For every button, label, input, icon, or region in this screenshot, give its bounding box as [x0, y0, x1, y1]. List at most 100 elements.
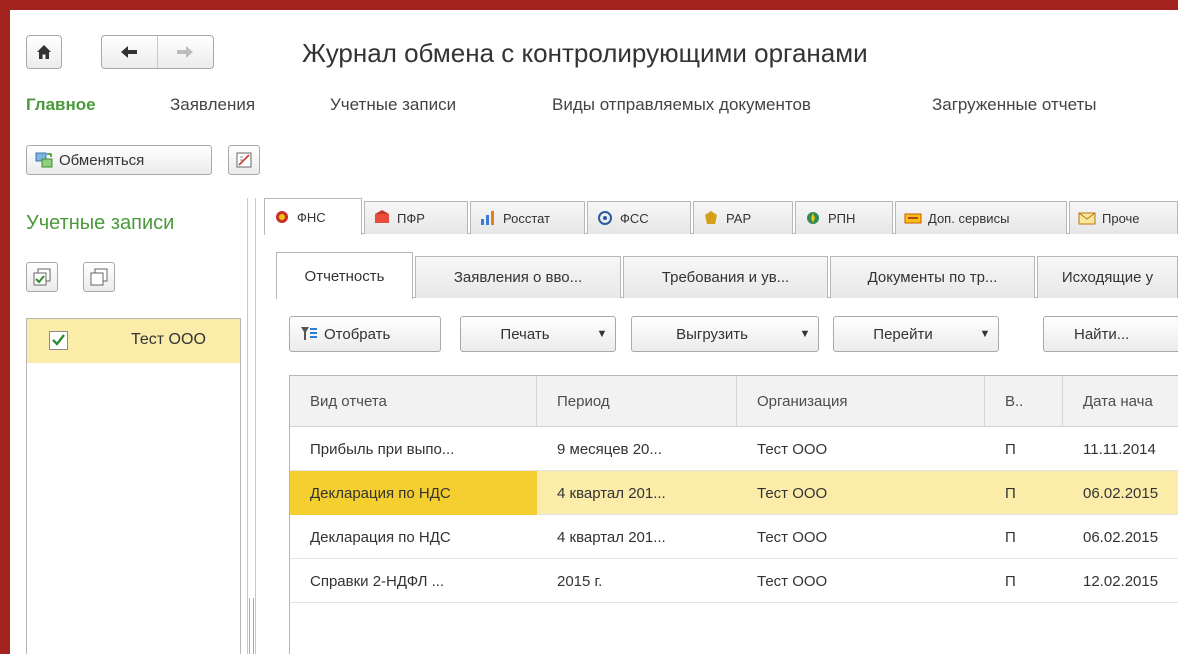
tab-requirements[interactable]: Требования и ув...: [623, 256, 828, 298]
section-accounts[interactable]: Учетные записи: [330, 95, 456, 115]
table-row[interactable]: Декларация по НДС 4 квартал 201... Тест …: [290, 515, 1178, 559]
column-header-period[interactable]: Период: [537, 376, 737, 426]
cell-period: 4 квартал 201...: [557, 484, 666, 502]
tab-pfr[interactable]: ПФР: [364, 201, 468, 234]
chevron-down-icon: ▼: [979, 328, 991, 340]
checkmark-icon: [52, 334, 65, 346]
tab-other[interactable]: Проче: [1069, 201, 1178, 234]
find-button-label: Найти...: [1074, 325, 1130, 343]
services-icon: [904, 213, 922, 224]
cell-type: П: [1005, 528, 1016, 546]
filter-icon: [301, 327, 317, 340]
table-row[interactable]: Справки 2-НДФЛ ... 2015 г. Тест ООО П 12…: [290, 559, 1178, 603]
account-name: Тест ООО: [131, 331, 206, 348]
page-title: Журнал обмена с контролирующими органами: [302, 38, 868, 68]
cell-start-date: 12.02.2015: [1083, 572, 1159, 590]
column-header-organization[interactable]: Организация: [737, 376, 985, 426]
reports-table: Вид отчета Период Организация В.. Дата н…: [289, 375, 1178, 654]
cell-organization: Тест ООО: [757, 484, 828, 502]
edit-settings-button[interactable]: [228, 145, 260, 175]
tab-rar[interactable]: РАР: [693, 201, 793, 234]
uncheck-all-button[interactable]: [83, 262, 115, 292]
tab-rosstat[interactable]: Росстат: [470, 201, 585, 234]
cell-report-type: Декларация по НДС: [310, 528, 451, 546]
tab-fns[interactable]: ФНС: [264, 198, 362, 235]
pfr-icon: [375, 210, 389, 223]
section-document-types[interactable]: Виды отправляемых документов: [552, 95, 811, 115]
tab-extra-services-label: Доп. сервисы: [928, 210, 1010, 226]
goto-button[interactable]: Перейти ▼: [833, 316, 999, 352]
print-button-label: Печать: [500, 325, 550, 343]
back-button[interactable]: [102, 36, 158, 68]
column-header-type[interactable]: В..: [985, 376, 1063, 426]
home-button[interactable]: [26, 35, 62, 69]
rosstat-chart-icon: [481, 211, 494, 225]
tab-other-label: Проче: [1102, 210, 1140, 226]
forward-button[interactable]: [158, 36, 214, 68]
table-header: Вид отчета Период Организация В.. Дата н…: [290, 376, 1178, 427]
chevron-down-icon: ▼: [799, 328, 811, 340]
export-button[interactable]: Выгрузить ▼: [631, 316, 819, 352]
arrow-left-icon: [121, 46, 138, 58]
tab-registration-applications[interactable]: Заявления о вво...: [415, 256, 621, 298]
sidebar-title: Учетные записи: [26, 212, 175, 234]
list-item[interactable]: Тест ООО: [27, 319, 240, 363]
fss-icon: [598, 211, 612, 225]
section-nav: Главное Заявления Учетные записи Виды от…: [26, 95, 1178, 119]
window-frame-top: [0, 0, 1178, 10]
accounts-list: Тест ООО: [26, 318, 241, 654]
cell-organization: Тест ООО: [757, 440, 828, 458]
tab-rpn-label: РПН: [828, 210, 856, 226]
exchange-button[interactable]: Обменяться: [26, 145, 212, 175]
cell-organization: Тест ООО: [757, 572, 828, 590]
column-header-report-type[interactable]: Вид отчета: [290, 376, 537, 426]
cell-start-date: 06.02.2015: [1083, 528, 1159, 546]
cell-report-type: Справки 2-НДФЛ ...: [310, 572, 445, 590]
export-button-label: Выгрузить: [676, 325, 748, 343]
fns-emblem-icon: [276, 211, 288, 223]
arrow-right-icon: [177, 46, 194, 58]
report-tabs: Отчетность Заявления о вво... Требования…: [276, 252, 1178, 299]
tab-fss-label: ФСС: [620, 210, 649, 226]
tab-fss[interactable]: ФСС: [587, 201, 691, 234]
tab-pfr-label: ПФР: [397, 210, 425, 226]
panel-splitter[interactable]: [247, 198, 257, 654]
section-applications[interactable]: Заявления: [170, 95, 255, 115]
section-main[interactable]: Главное: [26, 95, 96, 115]
home-icon: [37, 45, 51, 59]
tab-rar-label: РАР: [726, 210, 752, 226]
tab-documents[interactable]: Документы по тр...: [830, 256, 1035, 298]
cell-period: 9 месяцев 20...: [557, 440, 662, 458]
cell-type: П: [1005, 572, 1016, 590]
section-loaded-reports[interactable]: Загруженные отчеты: [932, 95, 1097, 115]
print-button[interactable]: Печать ▼: [460, 316, 616, 352]
column-header-start-date[interactable]: Дата нача: [1063, 376, 1178, 426]
tab-reporting[interactable]: Отчетность: [276, 252, 413, 299]
filter-button[interactable]: Отобрать: [289, 316, 441, 352]
tab-extra-services[interactable]: Доп. сервисы: [895, 201, 1067, 234]
account-checkbox[interactable]: [49, 331, 68, 350]
check-all-button[interactable]: [26, 262, 58, 292]
find-button[interactable]: Найти...: [1043, 316, 1178, 352]
chevron-down-icon: ▼: [596, 328, 608, 340]
window-frame-left: [0, 0, 10, 654]
filter-button-label: Отобрать: [324, 325, 391, 343]
tab-fns-label: ФНС: [297, 209, 326, 225]
envelope-icon: [1078, 212, 1096, 225]
agency-tabs: ФНС ПФР Росстат ФСС РАР РПН Доп. сервисы…: [264, 198, 1178, 235]
cell-report-type: Декларация по НДС: [290, 471, 537, 515]
tab-rpn[interactable]: РПН: [795, 201, 893, 234]
check-all-icon: [33, 268, 51, 286]
cell-start-date: 11.11.2014: [1083, 440, 1156, 458]
rar-emblem-icon: [705, 211, 717, 224]
cell-start-date: 06.02.2015: [1083, 484, 1159, 502]
edit-check-icon: [236, 152, 252, 168]
table-row[interactable]: Прибыль при выпо... 9 месяцев 20... Тест…: [290, 427, 1178, 471]
tab-outgoing[interactable]: Исходящие у: [1037, 256, 1178, 298]
goto-button-label: Перейти: [873, 325, 933, 343]
table-row-selected[interactable]: Декларация по НДС 4 квартал 201... Тест …: [290, 471, 1178, 515]
uncheck-all-icon: [90, 268, 108, 286]
tab-rosstat-label: Росстат: [503, 210, 551, 226]
history-nav: [101, 35, 214, 69]
cell-type: П: [1005, 484, 1016, 502]
